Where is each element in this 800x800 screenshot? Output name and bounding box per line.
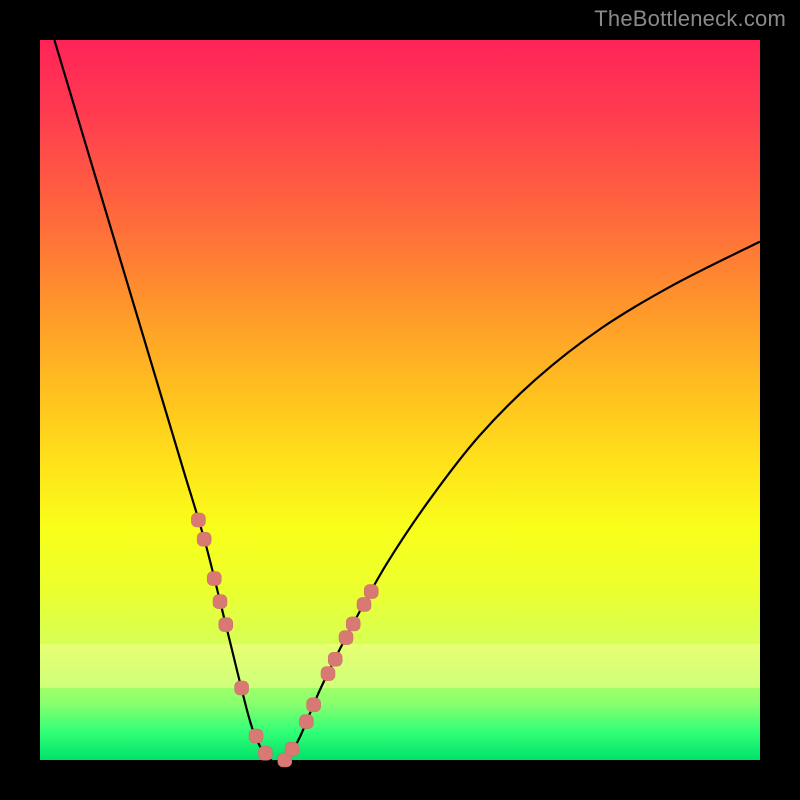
curve-marker: [207, 572, 221, 586]
curve-marker: [235, 681, 249, 695]
curve-marker: [258, 746, 272, 760]
curve-marker: [339, 631, 353, 645]
curve-marker: [285, 742, 299, 756]
chart-svg: [40, 40, 760, 760]
curve-marker: [197, 532, 211, 546]
bottleneck-curve: [54, 40, 760, 762]
curve-marker: [219, 618, 233, 632]
watermark-text: TheBottleneck.com: [594, 6, 786, 32]
curve-marker: [299, 715, 313, 729]
curve-marker: [191, 513, 205, 527]
curve-marker: [249, 729, 263, 743]
chart-frame: TheBottleneck.com: [0, 0, 800, 800]
curve-marker: [357, 597, 371, 611]
marker-group: [191, 513, 378, 767]
curve-marker: [364, 585, 378, 599]
curve-marker: [321, 667, 335, 681]
curve-marker: [346, 617, 360, 631]
curve-marker: [307, 698, 321, 712]
curve-marker: [328, 652, 342, 666]
curve-marker: [213, 595, 227, 609]
